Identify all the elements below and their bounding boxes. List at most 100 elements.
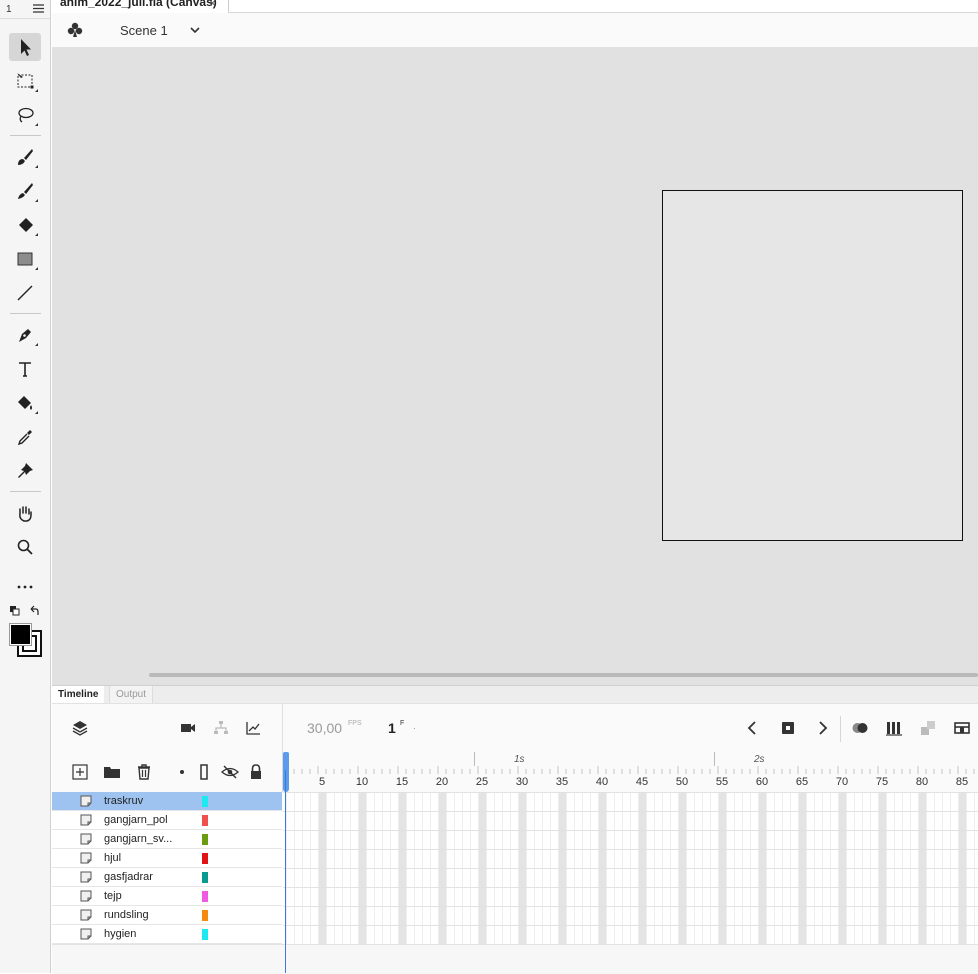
new-folder-icon[interactable] bbox=[103, 763, 121, 781]
frame-number: 65 bbox=[795, 776, 809, 788]
eraser-icon bbox=[19, 218, 33, 232]
rectangle-icon bbox=[17, 252, 33, 266]
frame-unit: F bbox=[400, 720, 405, 727]
layer-color-swatch[interactable] bbox=[202, 815, 208, 826]
playhead[interactable] bbox=[283, 752, 289, 792]
pen-icon bbox=[19, 329, 31, 342]
second-marker bbox=[474, 752, 475, 766]
eyedropper-tool[interactable] bbox=[9, 423, 41, 451]
zoom-tool[interactable] bbox=[9, 533, 41, 561]
submenu-corner bbox=[35, 233, 38, 236]
layer-row[interactable]: gangjarn_pol bbox=[52, 811, 282, 830]
graph-editor-icon[interactable] bbox=[244, 719, 262, 737]
stage[interactable] bbox=[662, 190, 963, 541]
close-tab-icon[interactable]: × bbox=[209, 0, 216, 10]
frame-ruler[interactable]: 1s 2s 5 10 15 20 25 30 35 40 45 50 55 60 65 70 75 80 85 bbox=[283, 752, 978, 792]
layer-row[interactable]: hjul bbox=[52, 849, 282, 868]
line-icon bbox=[17, 285, 33, 301]
submenu-corner bbox=[35, 343, 38, 346]
document-tab[interactable]: anim_2022_juli.fla (Canvas) × bbox=[52, 0, 229, 12]
frame-number: 15 bbox=[395, 776, 409, 788]
tab-timeline[interactable]: Timeline bbox=[52, 686, 105, 704]
text-tool[interactable] bbox=[9, 355, 41, 383]
second-label: 1s bbox=[514, 754, 525, 765]
line-tool[interactable] bbox=[9, 279, 41, 307]
layer-row[interactable]: hygien bbox=[52, 925, 282, 944]
swap-colors-icon[interactable] bbox=[28, 605, 40, 617]
new-layer-icon[interactable] bbox=[71, 763, 89, 781]
eraser-tool[interactable] bbox=[9, 211, 41, 239]
layer-row[interactable]: gasfjadrar bbox=[52, 868, 282, 887]
toolbar-divider bbox=[10, 491, 41, 492]
free-transform-icon bbox=[17, 73, 34, 89]
fps-value[interactable]: 30,00 bbox=[307, 720, 342, 736]
brush-tool[interactable] bbox=[9, 177, 41, 205]
frame-number: 70 bbox=[835, 776, 849, 788]
highlight-layer-icon[interactable] bbox=[173, 763, 191, 781]
layer-color-swatch[interactable] bbox=[202, 796, 208, 807]
frame-number: 80 bbox=[915, 776, 929, 788]
lock-icon[interactable] bbox=[247, 763, 265, 781]
layer-row[interactable]: rundsling bbox=[52, 906, 282, 925]
default-colors-icon[interactable] bbox=[9, 605, 21, 617]
layer-name: gangjarn_sv... bbox=[104, 833, 173, 845]
camera-icon[interactable] bbox=[179, 719, 197, 737]
pasteboard[interactable] bbox=[52, 47, 978, 685]
more-tools-button[interactable] bbox=[9, 573, 41, 601]
pin-icon bbox=[18, 463, 33, 478]
free-transform-tool[interactable] bbox=[9, 67, 41, 95]
layer-row[interactable]: traskruv bbox=[52, 792, 282, 811]
current-frame-value[interactable]: 1 bbox=[388, 720, 396, 736]
lasso-tool[interactable] bbox=[9, 101, 41, 129]
layer-icon bbox=[80, 795, 92, 807]
pin-tool[interactable] bbox=[9, 457, 41, 485]
convert-to-symbol-icon[interactable] bbox=[919, 719, 937, 737]
panel-menu-icon[interactable] bbox=[33, 3, 44, 14]
submenu-corner bbox=[35, 165, 38, 168]
layer-color-swatch[interactable] bbox=[202, 872, 208, 883]
layer-color-swatch[interactable] bbox=[202, 910, 208, 921]
frame-number: 25 bbox=[475, 776, 489, 788]
layer-row[interactable]: gangjarn_sv... bbox=[52, 830, 282, 849]
eye-hidden-icon[interactable] bbox=[221, 763, 239, 781]
toolbar-divider bbox=[10, 313, 41, 314]
layer-color-swatch[interactable] bbox=[202, 834, 208, 845]
scene-name[interactable]: Scene 1 bbox=[120, 23, 168, 38]
trash-icon[interactable] bbox=[135, 763, 153, 781]
outline-icon[interactable] bbox=[195, 763, 213, 781]
chevron-down-icon[interactable] bbox=[188, 23, 202, 37]
layer-color-swatch[interactable] bbox=[202, 891, 208, 902]
layer-row[interactable]: tejp bbox=[52, 887, 282, 906]
next-frame-icon[interactable] bbox=[813, 719, 831, 737]
layer-name: hjul bbox=[104, 852, 122, 864]
layer-icon bbox=[80, 928, 92, 940]
layer-parenting-icon[interactable] bbox=[212, 719, 230, 737]
pen-tool[interactable] bbox=[9, 321, 41, 349]
layer-color-swatch[interactable] bbox=[202, 853, 208, 864]
layer-icon bbox=[80, 833, 92, 845]
fluid-brush-tool[interactable] bbox=[9, 143, 41, 171]
horizontal-scrollbar[interactable] bbox=[149, 673, 978, 677]
frame-number: 75 bbox=[875, 776, 889, 788]
paint-bucket-tool[interactable] bbox=[9, 389, 41, 417]
frames-grid[interactable] bbox=[283, 792, 978, 944]
selection-tool[interactable] bbox=[9, 33, 41, 61]
stroke-color-swatch[interactable] bbox=[9, 623, 32, 646]
layer-color-swatch[interactable] bbox=[202, 929, 208, 940]
frame-number: 55 bbox=[715, 776, 729, 788]
stop-icon[interactable] bbox=[779, 719, 797, 737]
frame-number: 30 bbox=[515, 776, 529, 788]
submenu-corner bbox=[35, 89, 38, 92]
submenu-corner bbox=[35, 267, 38, 270]
rectangle-tool[interactable] bbox=[9, 245, 41, 273]
edit-symbols-icon[interactable] bbox=[66, 21, 84, 39]
onion-skin-icon[interactable] bbox=[851, 719, 869, 737]
insert-frame-icon[interactable] bbox=[953, 719, 971, 737]
edit-multiple-frames-icon[interactable] bbox=[885, 719, 903, 737]
layers-icon[interactable] bbox=[71, 719, 89, 737]
lasso-icon bbox=[18, 107, 34, 123]
timeline-footer bbox=[52, 944, 978, 974]
previous-frame-icon[interactable] bbox=[744, 719, 762, 737]
tab-output[interactable]: Output bbox=[109, 686, 154, 704]
hand-tool[interactable] bbox=[9, 499, 41, 527]
